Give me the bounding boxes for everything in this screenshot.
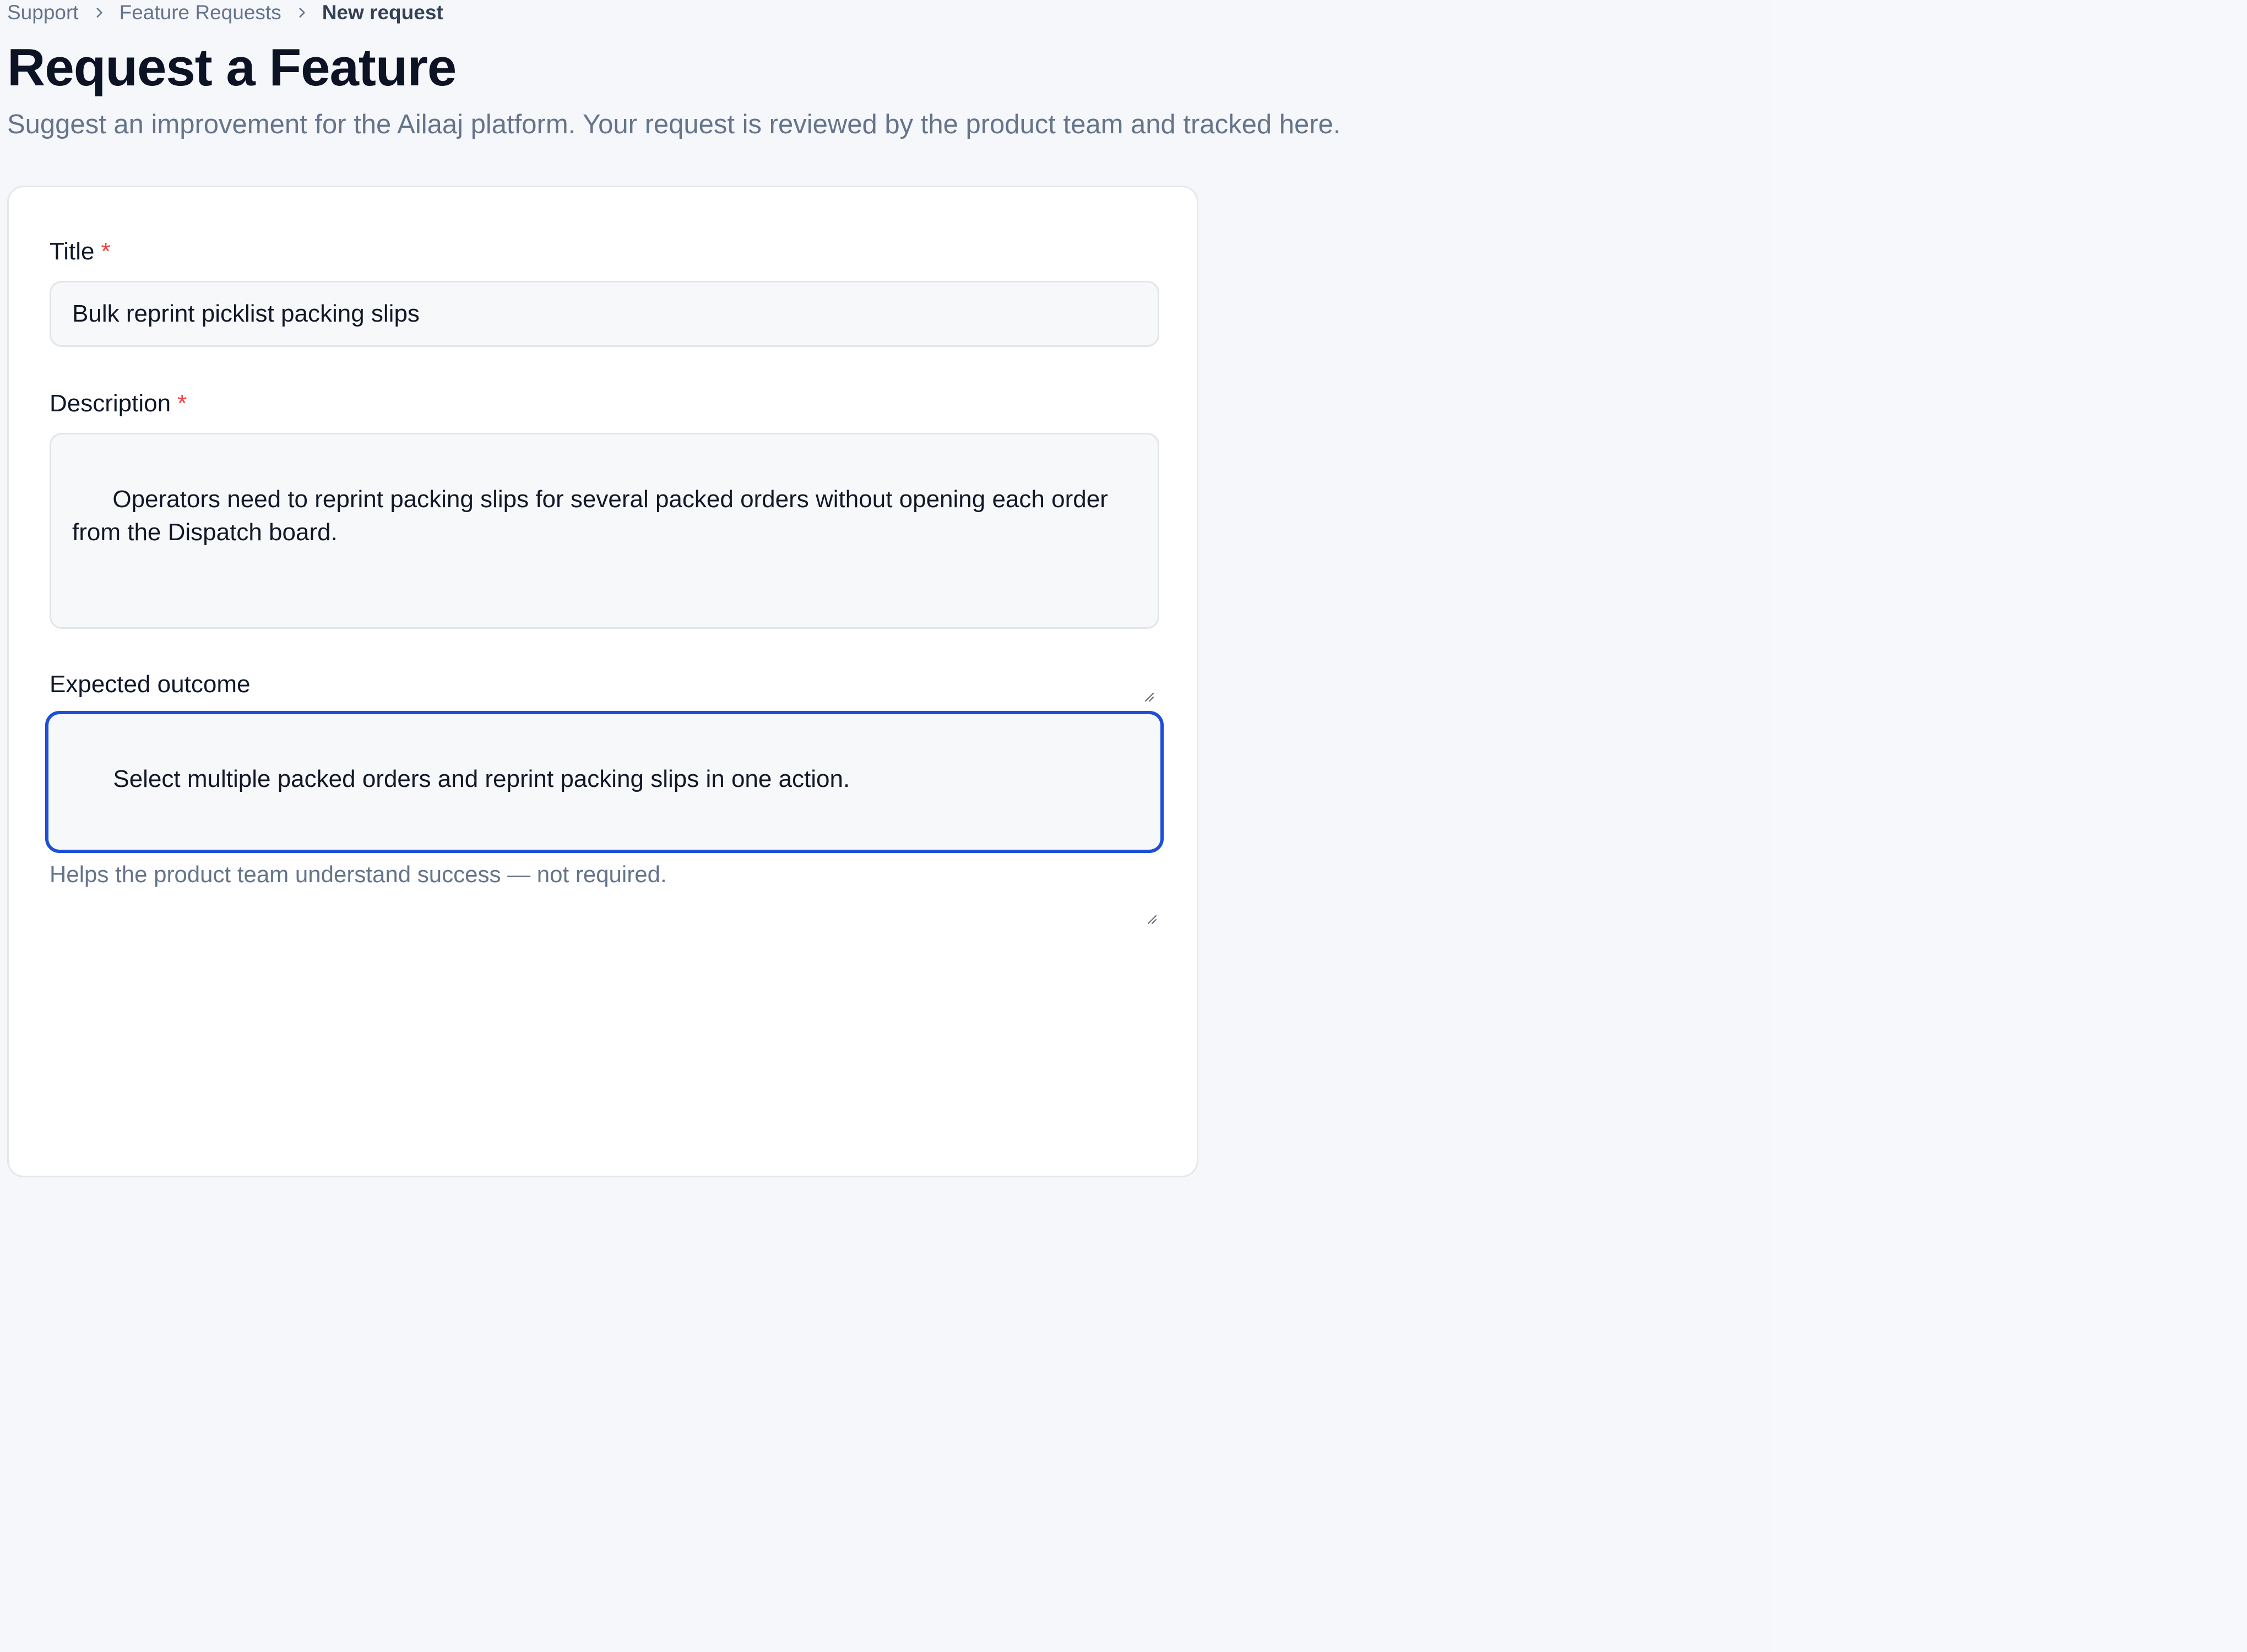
breadcrumb: Support Feature Requests New request — [7, 1, 443, 24]
expected-outcome-label: Expected outcome — [50, 671, 251, 698]
page-title: Request a Feature — [7, 38, 457, 97]
required-marker: * — [101, 238, 111, 265]
expected-outcome-textarea-value: Select multiple packed orders and reprin… — [113, 765, 850, 792]
description-textarea[interactable]: Operators need to reprint packing slips … — [50, 433, 1159, 702]
chevron-right-icon — [295, 6, 309, 20]
title-label: Title * — [50, 238, 111, 265]
page-subtitle: Suggest an improvement for the Ailaaj pl… — [7, 110, 1341, 139]
feature-request-form: Title * Bulk reprint picklist packing sli… — [7, 186, 1198, 1177]
chevron-right-icon — [92, 6, 106, 20]
expected-outcome-textarea[interactable]: Select multiple packed orders and reprin… — [45, 711, 1164, 925]
breadcrumb-new-request: New request — [322, 1, 443, 24]
resize-handle-icon[interactable] — [1142, 612, 1154, 702]
description-textarea-value: Operators need to reprint packing slips … — [72, 486, 1108, 546]
resize-handle-icon[interactable] — [1145, 834, 1157, 925]
expected-outcome-helper: Helps the product team understand succes… — [50, 861, 667, 887]
description-label: Description * — [50, 390, 187, 417]
title-input-value: Bulk reprint picklist packing slips — [72, 300, 420, 327]
required-marker: * — [177, 390, 187, 417]
breadcrumb-support[interactable]: Support — [7, 1, 79, 24]
breadcrumb-feature-requests[interactable]: Feature Requests — [120, 1, 281, 24]
title-input[interactable]: Bulk reprint picklist packing slips — [50, 281, 1159, 347]
page: Support Feature Requests New request Req… — [0, 0, 1770, 1652]
